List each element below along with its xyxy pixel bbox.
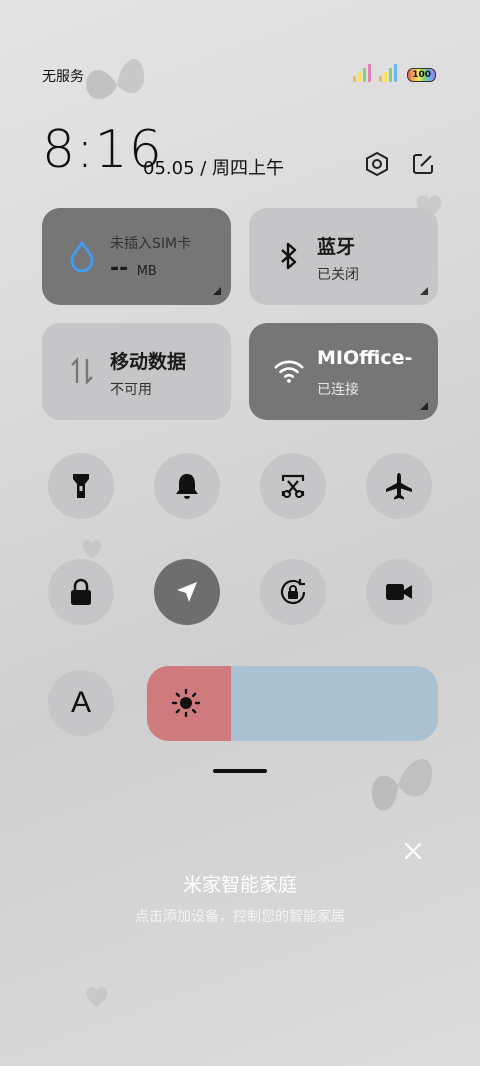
wifi-network-name: MIOffice- (317, 347, 413, 369)
bluetooth-icon (273, 240, 305, 272)
lock-toggle[interactable] (48, 559, 114, 625)
water-drop-icon (66, 240, 98, 272)
video-camera-icon (386, 584, 412, 600)
wifi-card[interactable]: MIOffice- 已连接 (249, 323, 438, 420)
data-usage-unit: MB (136, 264, 157, 279)
edit-icon[interactable] (409, 150, 437, 178)
wifi-status: 已连接 (317, 382, 359, 398)
flashlight-icon (73, 474, 89, 498)
settings-icon[interactable] (363, 150, 391, 178)
signal-bars-icon (353, 64, 372, 82)
scissors-screenshot-icon (281, 474, 305, 498)
auto-brightness-icon: A (70, 686, 91, 719)
ringer-toggle[interactable] (154, 453, 220, 519)
bell-icon (176, 474, 198, 499)
panel-drag-handle[interactable] (213, 769, 267, 773)
butterfly-decoration (372, 758, 433, 811)
data-usage-number: -- (110, 256, 129, 281)
rotation-lock-toggle[interactable] (260, 559, 326, 625)
bluetooth-status: 已关闭 (317, 267, 359, 283)
data-arrows-icon (66, 355, 98, 387)
mijia-title[interactable]: 米家智能家庭 (0, 870, 480, 897)
mobile-data-title: 移动数据 (110, 351, 187, 373)
mijia-subtitle[interactable]: 点击添加设备，控制您的智能家居 (0, 906, 480, 926)
sim-status-label: 未插入SIM卡 (110, 236, 192, 252)
carrier-status: 无服务 (42, 69, 84, 85)
expand-corner-icon (420, 287, 428, 295)
data-usage-card[interactable]: 未插入SIM卡 -- MB (42, 208, 231, 305)
heart-decoration (82, 539, 102, 559)
location-arrow-icon (177, 582, 197, 602)
battery-indicator: 100 (407, 68, 436, 82)
butterfly-decoration (86, 58, 145, 100)
signal-bars-icon (379, 64, 398, 82)
mobile-data-card[interactable]: 移动数据 不可用 (42, 323, 231, 420)
auto-brightness-toggle[interactable]: A (48, 670, 114, 736)
screenshot-toggle[interactable] (260, 453, 326, 519)
brightness-slider[interactable] (147, 666, 438, 741)
mobile-data-status: 不可用 (110, 382, 152, 398)
date-label: 05.05 / 周四上午 (143, 158, 285, 179)
expand-corner-icon (420, 402, 428, 410)
wifi-icon (273, 355, 305, 387)
status-icons: 100 (353, 64, 436, 82)
location-toggle[interactable] (154, 559, 220, 625)
lock-icon (71, 578, 91, 605)
heart-decoration (86, 987, 108, 1008)
bluetooth-title: 蓝牙 (317, 236, 356, 258)
expand-corner-icon (213, 287, 221, 295)
airplane-icon (386, 473, 412, 500)
sun-icon (171, 688, 201, 718)
airplane-toggle[interactable] (366, 453, 432, 519)
flashlight-toggle[interactable] (48, 453, 114, 519)
screen-record-toggle[interactable] (366, 559, 432, 625)
close-icon[interactable] (402, 840, 424, 862)
bluetooth-card[interactable]: 蓝牙 已关闭 (249, 208, 438, 305)
data-usage-value: -- MB (110, 256, 157, 281)
rotation-lock-icon (280, 579, 306, 605)
